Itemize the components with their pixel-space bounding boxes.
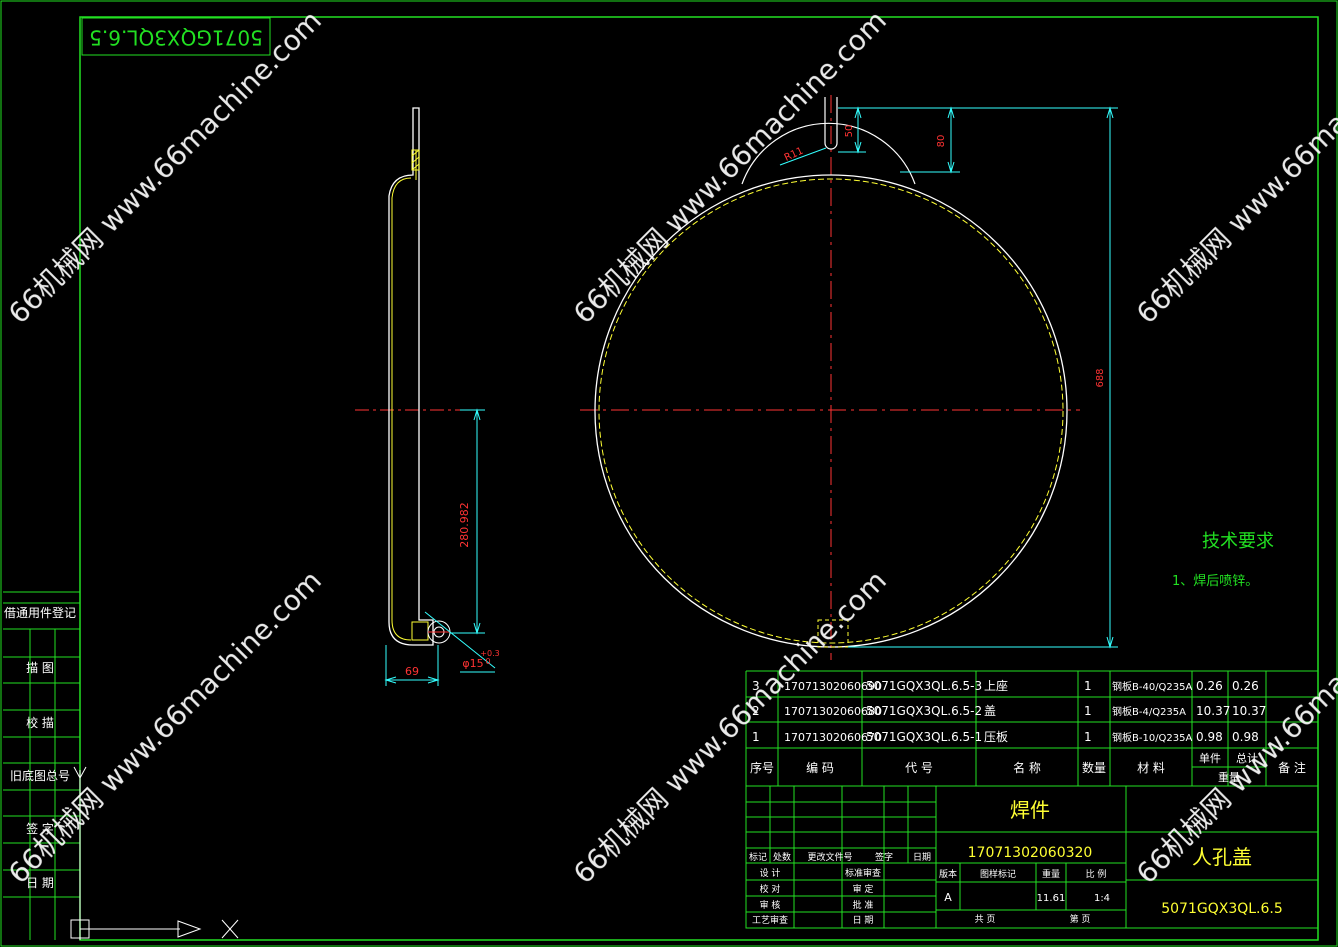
tb-rev-1: 处数 <box>773 851 791 863</box>
bom-row1-unit: 10.37 <box>1196 704 1230 718</box>
bom-row0-drawing: 5071GQX3QL.6.5-3 <box>866 679 982 693</box>
tb-weight-label: 重量 <box>1042 868 1060 880</box>
bom-row1-name: 盖 <box>984 704 996 718</box>
bom-row2-qty: 1 <box>1084 730 1092 744</box>
bom-row1-drawing: 5071GQX3QL.6.5-2 <box>866 704 982 718</box>
dim-slot-top: 80 <box>936 135 947 148</box>
bom-h-material: 材 料 <box>1137 761 1165 775</box>
tb-part-code: 17071302060320 <box>968 845 1093 861</box>
watermark-0: 66机械网 www.66machine.com <box>2 4 328 330</box>
tb-left-0: 设 计 <box>760 867 781 879</box>
tb-drawing-no: 5071GQX3QL.6.5 <box>1161 901 1283 917</box>
bom-h-note: 备 注 <box>1278 760 1306 775</box>
drawing-code-box: 5071GQX3QL.6.5 <box>81 17 271 56</box>
bom-row2-drawing: 5071GQX3QL.6.5-1 <box>866 730 982 744</box>
dim-side-width: 69 <box>405 665 419 678</box>
tb-left-2: 审 核 <box>760 899 781 911</box>
side-item-3: 旧底图总号 <box>10 768 70 783</box>
tech-title: 技术要求 <box>1202 531 1274 552</box>
bom-h-no: 序号 <box>750 760 774 775</box>
watermark-5: 66机械网 www.66machine.com <box>1130 564 1338 890</box>
tb-mid-3: 日 期 <box>853 915 874 926</box>
front-view <box>580 95 1080 660</box>
dim-diameter: 688 <box>1095 368 1106 387</box>
dim-side-height: 280.982 <box>458 502 471 548</box>
dim-hole-tol-lower: 0 <box>485 657 490 666</box>
watermarks: 66机械网 www.66machine.com 66机械网 www.66mach… <box>2 4 1338 890</box>
dim-hole: φ15 <box>462 657 483 670</box>
tb-stage-label: 版本 <box>939 868 957 880</box>
bom-h-drawing: 代 号 <box>905 761 933 775</box>
bom-row0-qty: 1 <box>1084 679 1092 693</box>
bom-row2-name: 压板 <box>984 730 1008 744</box>
dim-slot-depth: 50 <box>844 125 855 138</box>
bom-row2-material: 钢板B-10/Q235A <box>1112 731 1193 744</box>
tb-stage: A <box>944 891 952 904</box>
tb-left-3: 工艺审查 <box>752 914 788 926</box>
tb-rev-2: 更改文件号 <box>807 851 852 863</box>
bom-row1-total: 10.37 <box>1232 704 1266 718</box>
cad-drawing-canvas[interactable]: 5071GQX3QL.6.5 借通用件登记 描 图 校 描 旧底图总号 签 字 … <box>0 0 1338 947</box>
side-dimensions <box>384 408 496 686</box>
bom-row1-qty: 1 <box>1084 704 1092 718</box>
watermark-1: 66机械网 www.66machine.com <box>567 4 893 330</box>
tb-mid-1: 审 定 <box>853 883 874 895</box>
side-item-1: 描 图 <box>26 661 54 675</box>
bom-row2-no: 1 <box>752 730 760 744</box>
tb-mid-2: 批 准 <box>853 899 874 911</box>
tb-left-1: 校 对 <box>760 883 781 895</box>
watermark-4: 66机械网 www.66machine.com <box>567 564 893 890</box>
tb-mid-0: 标准审查 <box>845 867 881 879</box>
tb-scale-label: 比 例 <box>1086 868 1107 880</box>
tb-sheet-no: 第 页 <box>1070 913 1091 925</box>
side-item-0: 借通用件登记 <box>4 605 76 620</box>
side-panel: 借通用件登记 描 图 校 描 旧底图总号 签 字 日 期 <box>3 591 80 940</box>
tb-rev-4: 日期 <box>913 852 931 863</box>
bom-row0-name: 上座 <box>984 678 1008 693</box>
tb-sheets-total: 共 页 <box>975 914 996 925</box>
bom-h-code: 编 码 <box>806 760 834 775</box>
tb-mark-label: 图样标记 <box>980 868 1016 880</box>
drawing-code-rotated: 5071GQX3QL.6.5 <box>89 26 263 50</box>
tb-scale: 1:4 <box>1094 893 1110 904</box>
bom-h-qty: 数量 <box>1082 760 1106 775</box>
tb-rev-3: 签字 <box>875 851 893 863</box>
side-item-2: 校 描 <box>26 715 54 730</box>
bom-h-name: 名 称 <box>1013 760 1041 775</box>
tb-rev-0: 标记 <box>749 851 767 863</box>
tb-weld: 焊件 <box>1010 798 1050 822</box>
bom-row0-material: 钢板B-40/Q235A <box>1112 680 1193 693</box>
bom-row1-material: 钢板B-4/Q235A <box>1112 705 1186 718</box>
bom-row2-unit: 0.98 <box>1196 730 1223 744</box>
tech-item-0: 1、焊后喷锌。 <box>1172 573 1258 589</box>
bom-row0-total: 0.26 <box>1232 679 1259 693</box>
bom-h-unit: 单件 <box>1199 752 1221 765</box>
tb-weight: 11.61 <box>1037 893 1066 904</box>
side-view <box>355 107 460 646</box>
dim-slot-radius: R11 <box>783 146 805 164</box>
watermark-2: 66机械网 www.66machine.com <box>1130 4 1338 330</box>
bom-row0-unit: 0.26 <box>1196 679 1223 693</box>
tb-part-name: 人孔盖 <box>1192 845 1252 869</box>
inner-frame <box>79 16 1319 941</box>
